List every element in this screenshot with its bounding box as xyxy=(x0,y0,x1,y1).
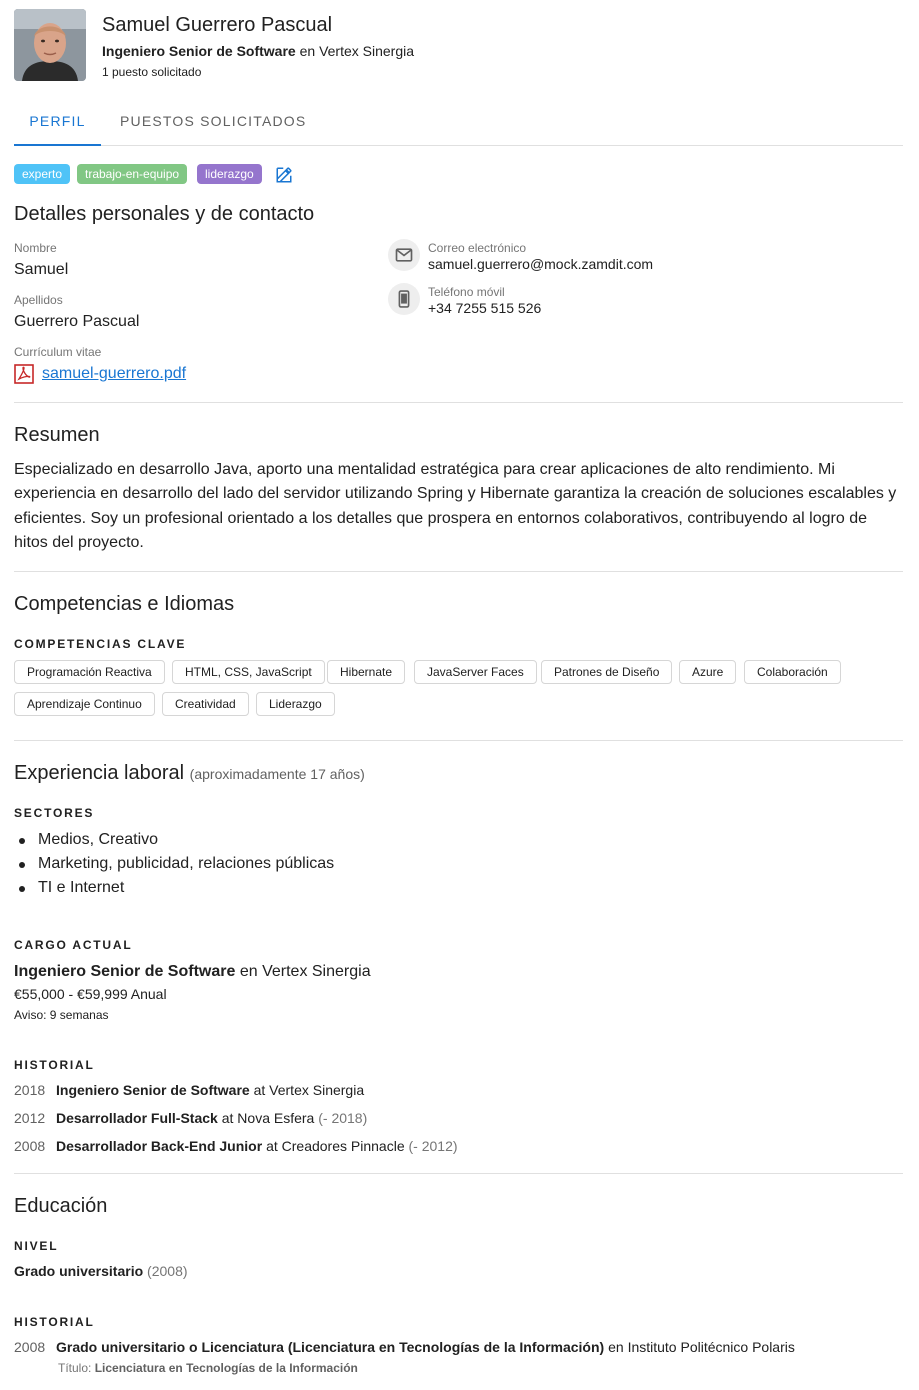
cv-file-link[interactable]: samuel-guerrero.pdf xyxy=(42,365,186,383)
divider xyxy=(14,571,903,572)
sector-item: Marketing, publicidad, relaciones públic… xyxy=(38,855,335,872)
history-end-year: (- 2012) xyxy=(408,1138,458,1154)
skill-chip: Liderazgo xyxy=(256,692,335,716)
skill-chip: Programación Reactiva xyxy=(14,660,165,684)
work-history-label: HISTORIAL xyxy=(14,1058,95,1072)
education-connector: en xyxy=(608,1339,624,1355)
history-company: Vertex Sinergia xyxy=(269,1082,365,1098)
education-degree: Grado universitario o Licenciatura (Lice… xyxy=(56,1339,605,1355)
pdf-icon xyxy=(14,364,34,384)
personal-details-title: Detalles personales y de contacto xyxy=(14,203,315,225)
sector-item: Medios, Creativo xyxy=(38,831,159,848)
history-connector: at xyxy=(266,1138,278,1154)
candidate-name: Samuel Guerrero Pascual xyxy=(102,14,333,36)
history-entry: Desarrollador Full-Stack at Nova Esfera … xyxy=(56,1110,367,1126)
experience-heading: Experiencia laboral xyxy=(14,762,185,784)
sector-item: TI e Internet xyxy=(38,879,125,896)
education-title-label: Título: xyxy=(58,1361,92,1375)
divider xyxy=(14,402,903,403)
tag-trabajo-en-equipo[interactable]: trabajo-en-equipo xyxy=(77,164,188,184)
divider xyxy=(14,1173,903,1174)
skill-chip: Azure xyxy=(679,660,737,684)
profile-header: Samuel Guerrero Pascual Ingeniero Senior… xyxy=(14,9,903,81)
skills-title: Competencias e Idiomas xyxy=(14,593,235,615)
history-year: 2018 xyxy=(14,1082,46,1098)
last-name-label: Apellidos xyxy=(14,293,63,307)
current-role: Ingeniero Senior de Software en Vertex S… xyxy=(14,963,371,981)
summary-text: Especializado en desarrollo Java, aporto… xyxy=(14,461,897,551)
role-title: Ingeniero Senior de Software xyxy=(102,43,296,59)
history-title: Ingeniero Senior de Software xyxy=(56,1082,250,1098)
experience-years: (aproximadamente 17 años) xyxy=(189,766,365,782)
history-title: Desarrollador Full-Stack xyxy=(56,1110,218,1126)
skill-chip: JavaServer Faces xyxy=(414,660,537,684)
role-connector: en xyxy=(299,43,316,59)
phone-label: Teléfono móvil xyxy=(428,285,505,299)
bullet xyxy=(19,886,25,892)
skill-chip: Colaboración xyxy=(744,660,841,684)
salary: €55,000 - €59,999 Anual xyxy=(14,986,167,1002)
notice-period: Aviso: 9 semanas xyxy=(14,1008,109,1022)
bullet xyxy=(19,838,25,844)
phone-value[interactable]: +34 7255 515 526 xyxy=(428,300,541,316)
current-role-company: Vertex Sinergia xyxy=(262,963,371,980)
education-institution: Instituto Politécnico Polaris xyxy=(627,1339,795,1355)
education-history-label: HISTORIAL xyxy=(14,1315,95,1329)
education-level-value: Grado universitario xyxy=(14,1263,144,1279)
tab-perfil[interactable]: Perfil xyxy=(14,102,101,146)
profile-tabs: Perfil Puestos solicitados xyxy=(14,102,903,146)
sectors-label: SECTORES xyxy=(14,806,95,820)
education-title-line: Título: Licenciatura en Tecnologías de l… xyxy=(58,1361,358,1375)
tab-puestos-solicitados[interactable]: Puestos solicitados xyxy=(120,102,306,146)
skill-chip: Aprendizaje Continuo xyxy=(14,692,155,716)
bullet xyxy=(19,862,25,868)
history-connector: at xyxy=(253,1082,266,1098)
education-level: Grado universitario (2008) xyxy=(14,1263,188,1279)
history-title: Desarrollador Back-End Junior xyxy=(56,1138,263,1154)
email-value[interactable]: samuel.guerrero@mock.zamdit.com xyxy=(428,256,653,272)
candidate-current-role: Ingeniero Senior de Software en Vertex S… xyxy=(102,43,414,59)
edit-tags-icon[interactable] xyxy=(275,166,293,184)
mobile-phone-icon xyxy=(388,283,420,315)
key-skills-label: COMPETENCIAS CLAVE xyxy=(14,637,187,651)
education-year: 2008 xyxy=(14,1339,46,1355)
email-label: Correo electrónico xyxy=(428,241,527,255)
education-title: Educación xyxy=(14,1195,108,1217)
skill-chip: Hibernate xyxy=(327,660,406,684)
applied-count: 1 puesto solicitado xyxy=(102,65,202,79)
history-company: Nova Esfera xyxy=(237,1110,315,1126)
divider xyxy=(14,740,903,741)
history-connector: at xyxy=(221,1110,234,1126)
education-title-value: Licenciatura en Tecnologías de la Inform… xyxy=(94,1361,358,1375)
current-role-label: CARGO ACTUAL xyxy=(14,938,133,952)
current-role-title: Ingeniero Senior de Software xyxy=(14,963,236,980)
skill-chip: Patrones de Diseño xyxy=(541,660,673,684)
tag-liderazgo[interactable]: liderazgo xyxy=(197,164,262,184)
history-year: 2012 xyxy=(14,1110,46,1126)
current-role-connector: en xyxy=(239,963,258,980)
role-company: Vertex Sinergia xyxy=(319,43,415,59)
first-name-value: Samuel xyxy=(14,261,69,278)
history-year: 2008 xyxy=(14,1138,46,1154)
history-end-year: (- 2018) xyxy=(318,1110,368,1126)
summary-title: Resumen xyxy=(14,424,100,446)
history-entry: Desarrollador Back-End Junior at Creador… xyxy=(56,1138,458,1154)
education-entry: Grado universitario o Licenciatura (Lice… xyxy=(56,1339,795,1355)
history-entry: Ingeniero Senior de Software at Vertex S… xyxy=(56,1082,364,1098)
cv-label: Currículum vitae xyxy=(14,345,102,359)
first-name-label: Nombre xyxy=(14,241,57,255)
skill-chip: Creatividad xyxy=(162,692,249,716)
skill-chip: HTML, CSS, JavaScript xyxy=(172,660,325,684)
history-company: Creadores Pinnacle xyxy=(281,1138,405,1154)
tag-experto[interactable]: experto xyxy=(14,164,71,184)
education-level-label: NIVEL xyxy=(14,1239,59,1253)
last-name-value: Guerrero Pascual xyxy=(14,313,140,330)
avatar xyxy=(14,9,86,81)
education-level-year: (2008) xyxy=(147,1263,188,1279)
experience-title: Experiencia laboral (aproximadamente 17 … xyxy=(14,762,365,785)
email-icon xyxy=(388,239,420,271)
